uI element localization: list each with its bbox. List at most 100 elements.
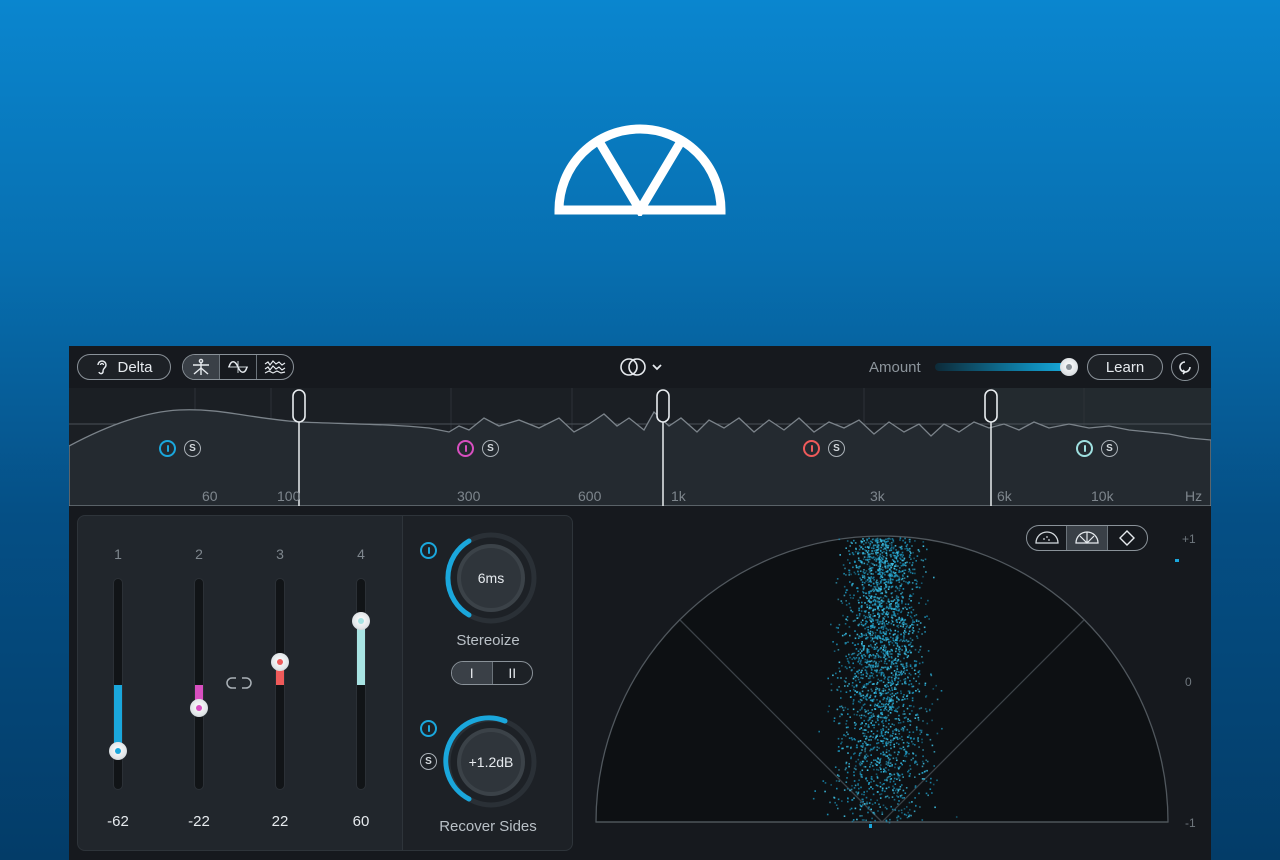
band-1-width-slider[interactable] — [109, 578, 127, 790]
vectorscope-sample — [865, 683, 868, 685]
vectorscope-sample — [886, 716, 888, 719]
vectorscope-sample — [884, 655, 886, 657]
vectorscope-sample — [874, 603, 876, 605]
vectorscope-sample — [891, 661, 893, 664]
vectorscope-sample — [911, 572, 914, 575]
vectorscope-sample — [919, 729, 921, 732]
band-3-power-icon[interactable] — [803, 440, 820, 457]
vectorscope-sample — [889, 708, 891, 711]
vectorscope-sample — [917, 671, 920, 674]
vectorscope-sample — [884, 685, 886, 687]
vectorscope-sample — [897, 630, 899, 633]
vectorscope-sample — [865, 742, 867, 745]
band-1-power-icon[interactable] — [159, 440, 176, 457]
band-3-solo-button[interactable]: S — [828, 440, 845, 457]
noise-mode-button[interactable] — [257, 355, 293, 379]
lissajous-view-button[interactable] — [1108, 526, 1147, 550]
vectorscope-sample — [859, 652, 862, 654]
band-2-solo-button[interactable]: S — [482, 440, 499, 457]
vectorscope-sample — [870, 595, 873, 597]
stereoize-knob[interactable]: 6ms — [443, 530, 539, 626]
learn-button[interactable]: Learn — [1087, 354, 1163, 380]
spectrum-display[interactable] — [69, 388, 1211, 506]
vectorscope-sample — [910, 552, 912, 554]
stereoize-label: Stereoize — [456, 632, 520, 649]
vectorscope-sample — [890, 571, 893, 574]
vectorscope-sample — [887, 760, 890, 763]
band-4-width-thumb[interactable] — [352, 612, 370, 631]
vectorscope-sample — [885, 620, 888, 622]
vectorscope-sample — [870, 596, 872, 599]
vectorscope-sample — [893, 773, 896, 776]
vectorscope-sample — [865, 542, 867, 544]
vectorscope-sample — [879, 588, 882, 591]
recover-sides-solo-button[interactable]: S — [420, 753, 437, 770]
vectorscope-sample — [881, 645, 883, 647]
vectorscope-sample — [873, 589, 876, 592]
vectorscope-sample — [882, 716, 885, 719]
band-4-solo-button[interactable]: S — [1101, 440, 1118, 457]
vectorscope-sample — [857, 784, 859, 786]
recover-sides-power-icon[interactable] — [420, 720, 437, 737]
band-2-width-thumb[interactable] — [190, 699, 208, 718]
vectorscope-sample — [868, 697, 870, 699]
vectorscope-sample — [879, 641, 882, 643]
band-1-solo-button[interactable]: S — [184, 440, 201, 457]
vectorscope-sample — [877, 656, 880, 658]
band-2-controls: S — [457, 440, 499, 457]
polar-level-view-button[interactable] — [1067, 526, 1108, 550]
band-1-width-thumb[interactable] — [109, 741, 127, 760]
vectorscope-sample — [848, 737, 851, 739]
vectorscope-sample — [871, 803, 874, 806]
delta-button[interactable]: Delta — [77, 354, 171, 380]
vectorscope-sample — [885, 741, 888, 743]
band-3-width-thumb[interactable] — [271, 652, 289, 671]
vectorscope-sample — [888, 700, 890, 702]
vectorscope-sample — [895, 557, 898, 559]
stereo-link-dropdown[interactable] — [619, 356, 669, 378]
reset-button[interactable] — [1171, 353, 1199, 381]
vectorscope-sample — [852, 812, 854, 815]
vectorscope-sample — [863, 575, 866, 577]
band-number: 4 — [357, 546, 365, 562]
vectorscope-sample — [864, 732, 866, 735]
band-3-width-slider[interactable] — [271, 578, 289, 790]
vectorscope-sample — [883, 709, 885, 711]
link-bands-icon[interactable] — [226, 676, 252, 690]
vectorscope-sample — [880, 672, 883, 674]
amount-slider-thumb[interactable] — [1060, 358, 1078, 376]
amount-slider[interactable] — [935, 363, 1073, 371]
vectorscope-sample — [845, 720, 848, 722]
vectorscope-sample — [872, 637, 874, 640]
stereoize-mode-i-button[interactable]: I — [452, 662, 493, 684]
vectorscope-sample — [929, 788, 932, 790]
stereoize-mode-ii-button[interactable]: II — [493, 662, 533, 684]
band-2-width-slider[interactable] — [190, 578, 208, 790]
vectorscope-sample — [896, 644, 899, 647]
band-4-width-slider[interactable] — [352, 578, 370, 790]
vectorscope-sample — [846, 777, 848, 779]
vectorscope-sample — [908, 692, 911, 694]
vectorscope-sample — [870, 607, 873, 609]
stereoize-mode-button[interactable] — [183, 355, 220, 379]
vectorscope-sample — [838, 623, 841, 626]
band-4-power-icon[interactable] — [1076, 440, 1093, 457]
vectorscope-sample — [898, 671, 900, 673]
vectorscope-sample — [880, 752, 882, 755]
vectorscope-sample — [867, 561, 870, 563]
vectorscope-sample — [886, 560, 888, 562]
vectorscope-sample — [906, 695, 908, 697]
vectorscope-sample — [891, 538, 894, 540]
vectorscope-sample — [869, 704, 872, 707]
vectorscope-sample — [861, 690, 864, 693]
band-2-power-icon[interactable] — [457, 440, 474, 457]
recover-sides-knob[interactable]: +1.2dB — [443, 714, 539, 810]
sine-mode-button[interactable] — [220, 355, 257, 379]
vectorscope-sample — [867, 811, 869, 814]
vectorscope-sample — [872, 563, 874, 565]
polar-sample-view-button[interactable] — [1027, 526, 1068, 550]
vectorscope-sample — [863, 793, 865, 796]
stereoize-power-icon[interactable] — [420, 542, 437, 559]
vectorscope-sample — [885, 549, 888, 552]
vectorscope-sample — [901, 570, 904, 572]
